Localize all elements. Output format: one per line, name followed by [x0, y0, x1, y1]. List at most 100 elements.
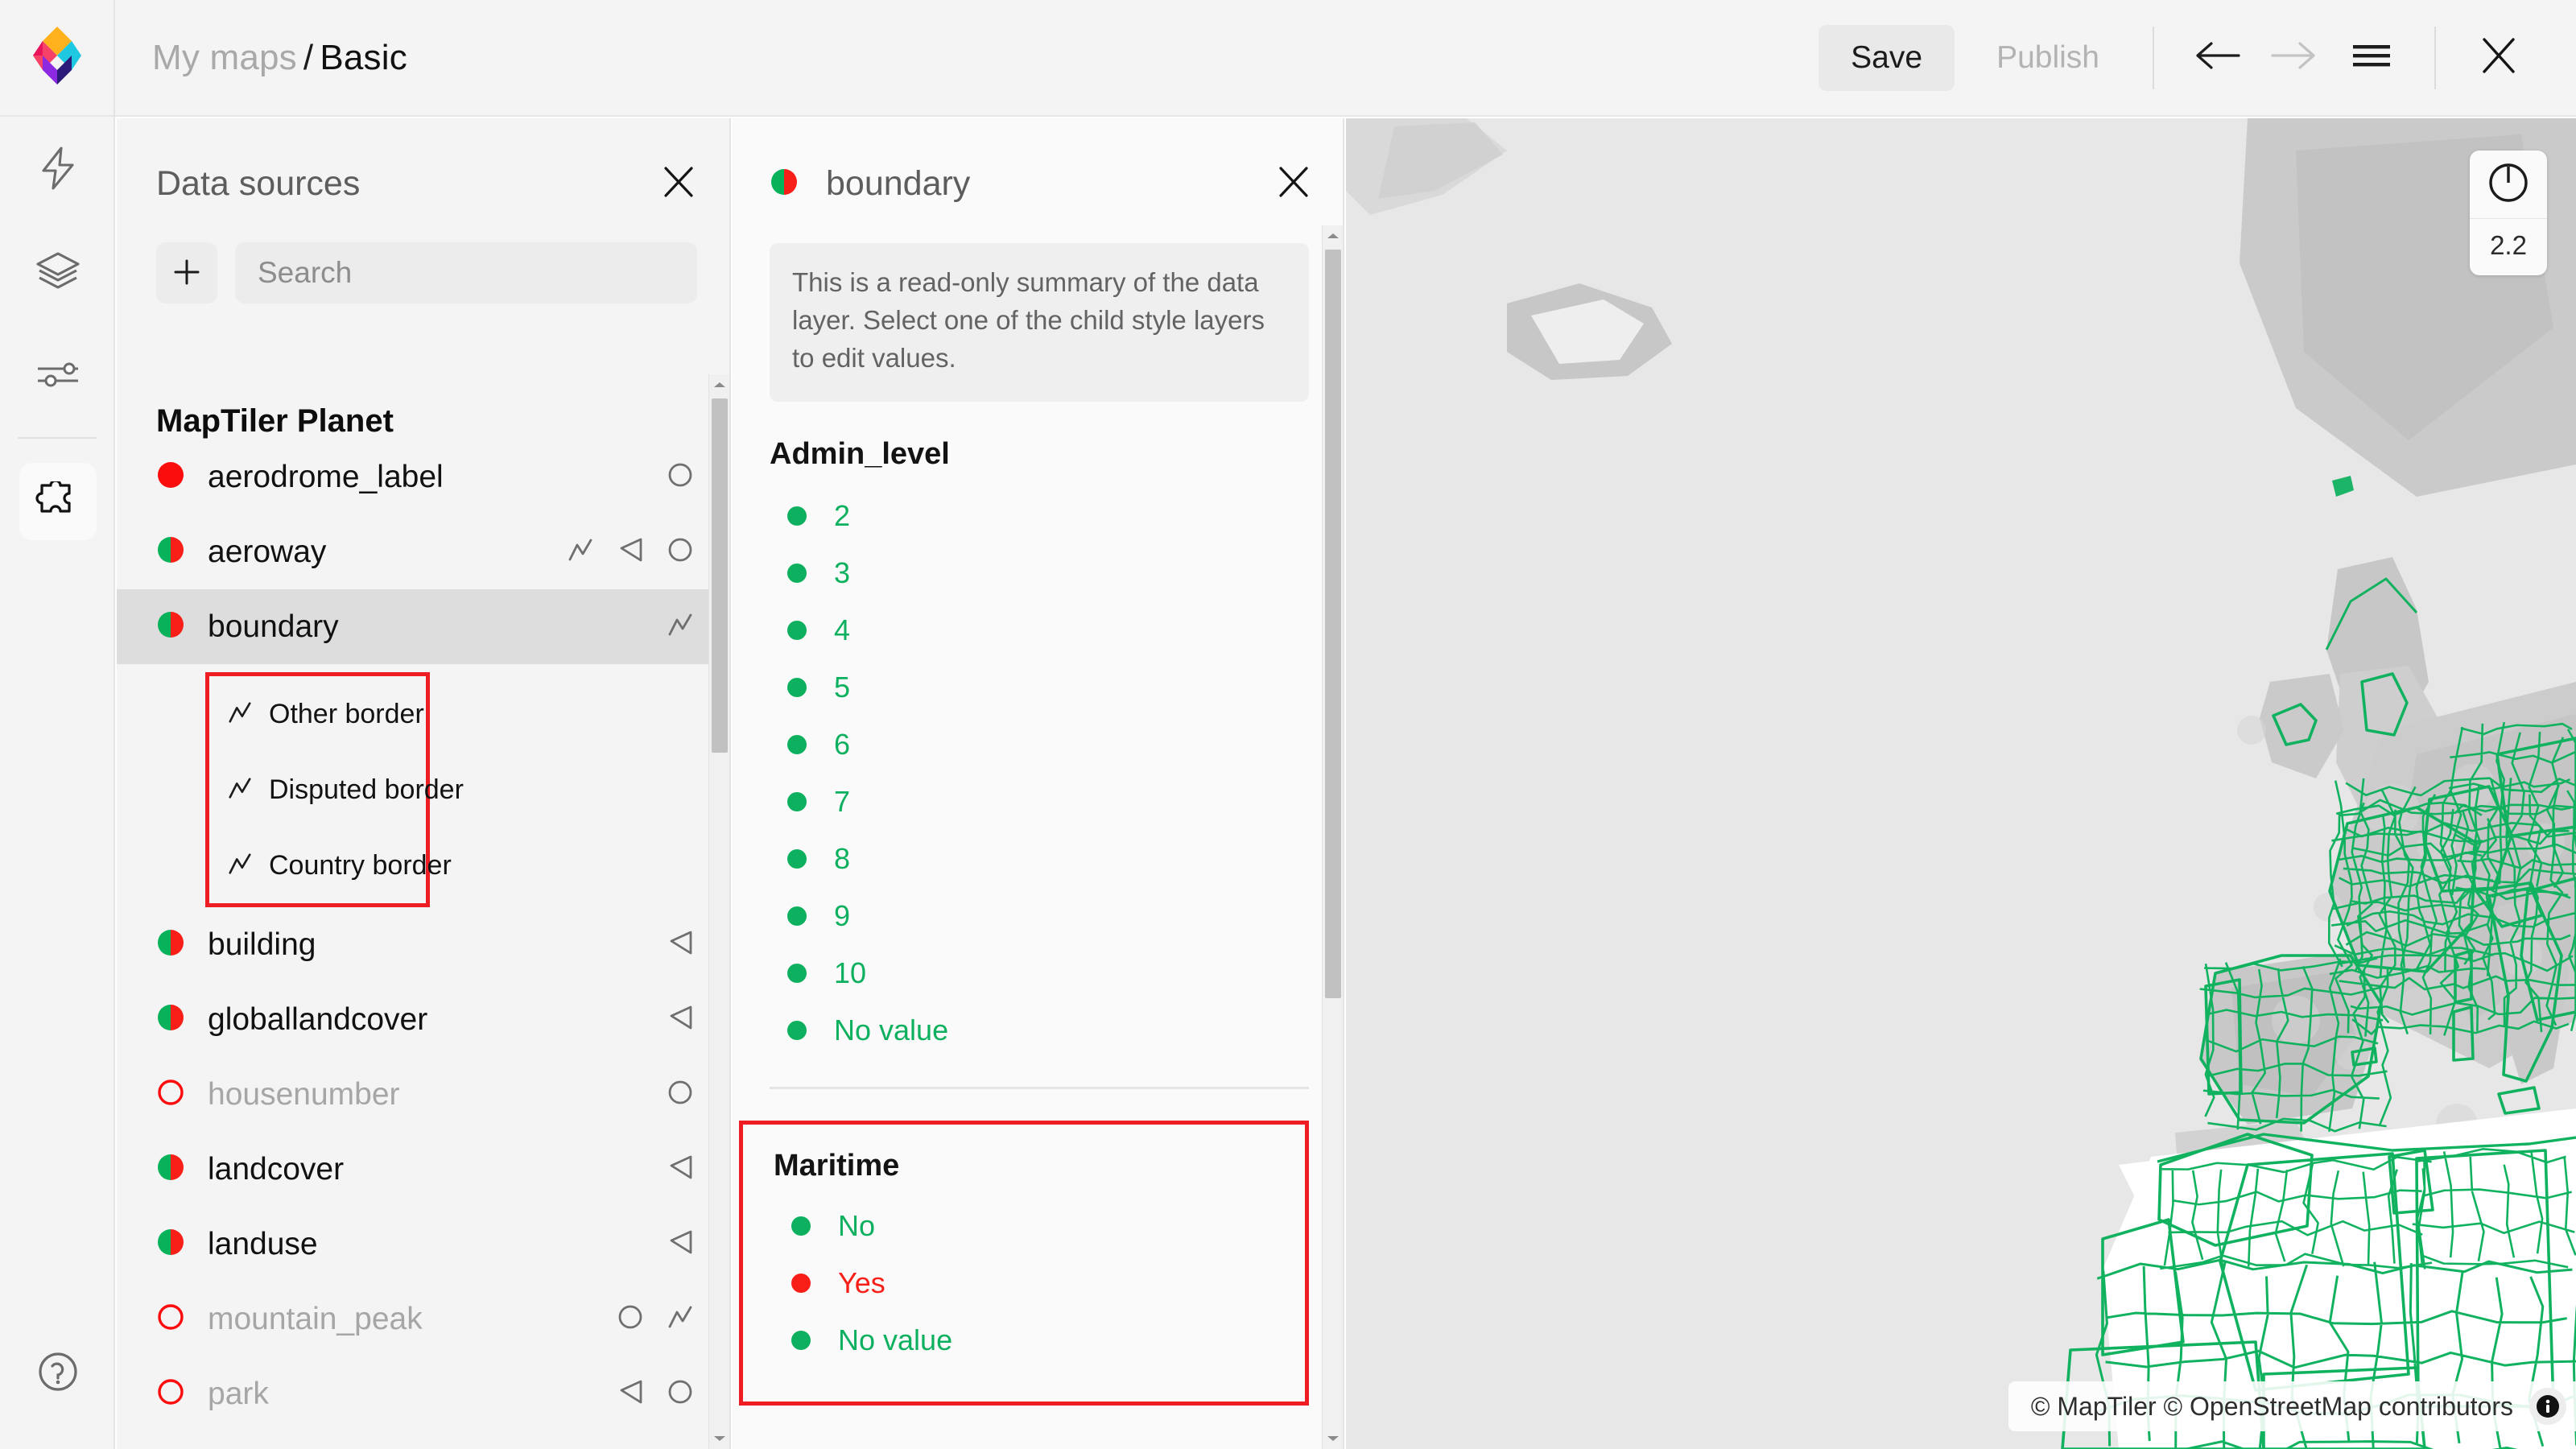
layer-geometry-icons — [667, 1228, 694, 1260]
value-label: Yes — [838, 1266, 886, 1300]
data-sources-controls — [117, 204, 729, 303]
admin-level-value-row: 5 — [770, 659, 1343, 716]
layer-geometry-icons — [667, 1154, 694, 1185]
layer-swatch-green-red-split — [770, 167, 799, 200]
sub-layer-label: Other border — [269, 699, 424, 730]
layer-row-aeroway[interactable]: aeroway — [117, 514, 731, 589]
maritime-value-row: Yes — [774, 1255, 1305, 1312]
circle-icon — [667, 1079, 694, 1110]
maritime-title: Maritime — [774, 1149, 1305, 1183]
value-label: 5 — [834, 671, 850, 704]
polygon-icon — [617, 1378, 644, 1410]
layer-swatch-green-red-split — [156, 1228, 185, 1261]
app-logo[interactable] — [0, 0, 115, 116]
admin-level-value-row: 8 — [770, 831, 1343, 888]
divider — [2153, 27, 2154, 89]
breadcrumb-current: Basic — [320, 38, 407, 77]
admin-level-value-row: 4 — [770, 602, 1343, 659]
boundary-detail-panel: boundary This is a read-only summary of … — [733, 118, 1344, 1449]
close-editor-button[interactable] — [2460, 19, 2537, 97]
value-color-dot — [791, 1274, 811, 1293]
rail-item-quickstart[interactable] — [0, 117, 115, 220]
layer-name: landcover — [208, 1152, 344, 1187]
layer-name: building — [208, 927, 316, 963]
circle-icon — [667, 536, 694, 568]
menu-button[interactable] — [2333, 19, 2410, 97]
sub-layer-row-other-border[interactable]: Other border — [209, 676, 426, 752]
layer-geometry-icons — [667, 1004, 694, 1035]
line-icon — [567, 536, 594, 568]
line-icon — [227, 775, 253, 805]
data-sources-list[interactable]: MapTiler Planet aerodrome_labelaerowaybo… — [117, 374, 731, 1449]
layer-geometry-icons — [667, 461, 694, 493]
value-color-dot — [787, 735, 807, 754]
scroll-up-arrow[interactable] — [1323, 225, 1344, 246]
scroll-up-arrow[interactable] — [709, 374, 730, 395]
layer-geometry-icons — [667, 929, 694, 960]
layer-row-boundary[interactable]: boundary — [117, 589, 731, 664]
scrollbar-thumb[interactable] — [1325, 250, 1341, 998]
map-attribution: © MapTiler © OpenStreetMap contributors — [2008, 1381, 2576, 1431]
layer-swatch-green-red-split — [156, 610, 185, 643]
boundary-panel-title: boundary — [826, 164, 970, 204]
layer-row-landcover[interactable]: landcover — [117, 1132, 731, 1207]
admin-level-value-row: 9 — [770, 888, 1343, 945]
sub-layer-label: Country border — [269, 850, 452, 881]
rail-divider — [18, 437, 97, 439]
layer-row-globallandcover[interactable]: globallandcover — [117, 982, 731, 1057]
lightning-bolt-icon — [19, 130, 97, 207]
value-color-dot — [787, 1021, 807, 1040]
circle-icon — [667, 461, 694, 493]
sub-layer-row-country-border[interactable]: Country border — [209, 828, 426, 903]
layer-swatch-red-outline — [156, 1302, 185, 1335]
admin-level-title: Admin_level — [770, 437, 1343, 472]
layer-name: boundary — [208, 609, 339, 645]
search-input[interactable] — [235, 242, 697, 303]
close-icon — [1275, 190, 1312, 204]
admin-level-value-row: No value — [770, 1002, 1343, 1059]
layer-name: globallandcover — [208, 1002, 427, 1038]
forward-button[interactable] — [2256, 19, 2333, 97]
scroll-down-arrow[interactable] — [709, 1428, 730, 1449]
polygon-icon — [667, 929, 694, 960]
rail-item-layers[interactable] — [0, 220, 115, 323]
layer-swatch-green-red-split — [156, 535, 185, 568]
value-label: No value — [834, 1013, 948, 1047]
layer-geometry-icons — [617, 1378, 694, 1410]
rail-item-extensions[interactable] — [0, 450, 115, 553]
scrollbar-thumb[interactable] — [712, 398, 728, 753]
value-color-dot — [787, 792, 807, 811]
back-button[interactable] — [2178, 19, 2256, 97]
value-color-dot — [787, 906, 807, 926]
maritime-value-row: No value — [774, 1312, 1305, 1369]
layer-row-mountain_peak[interactable]: mountain_peak — [117, 1282, 731, 1356]
layer-geometry-icons — [667, 1079, 694, 1110]
data-sources-scrollbar[interactable] — [708, 374, 729, 1449]
compass-button[interactable] — [2487, 151, 2530, 218]
layer-row-landuse[interactable]: landuse — [117, 1207, 731, 1282]
maritime-section: Maritime No Yes No value — [739, 1121, 1309, 1406]
line-icon — [227, 851, 253, 881]
map-canvas[interactable]: 2.2 © MapTiler © OpenStreetMap contribut… — [1346, 118, 2576, 1449]
layer-row-park[interactable]: park — [117, 1356, 731, 1431]
add-data-source-button[interactable] — [156, 242, 217, 303]
breadcrumb-parent[interactable]: My maps — [152, 38, 297, 77]
sub-layer-row-disputed-border[interactable]: Disputed border — [209, 752, 426, 828]
boundary-panel-close-button[interactable] — [1275, 163, 1312, 204]
layer-row-housenumber[interactable]: housenumber — [117, 1057, 731, 1132]
zoom-widget: 2.2 — [2470, 151, 2547, 275]
help-button[interactable] — [0, 1322, 115, 1425]
save-button[interactable]: Save — [1818, 25, 1955, 91]
top-bar-actions: Save Publish — [1818, 0, 2576, 116]
info-icon[interactable] — [2529, 1388, 2566, 1425]
scroll-down-arrow[interactable] — [1323, 1428, 1344, 1449]
layer-row-building[interactable]: building — [117, 907, 731, 982]
layers-icon — [19, 233, 97, 310]
layer-row-aerodrome_label[interactable]: aerodrome_label — [117, 440, 731, 514]
data-sources-close-button[interactable] — [660, 163, 697, 204]
publish-button[interactable]: Publish — [1967, 25, 2128, 91]
maritime-value-row: No — [774, 1198, 1305, 1255]
boundary-panel-scrollbar[interactable] — [1322, 225, 1343, 1449]
left-rail — [0, 117, 115, 1449]
rail-item-settings[interactable] — [0, 323, 115, 426]
